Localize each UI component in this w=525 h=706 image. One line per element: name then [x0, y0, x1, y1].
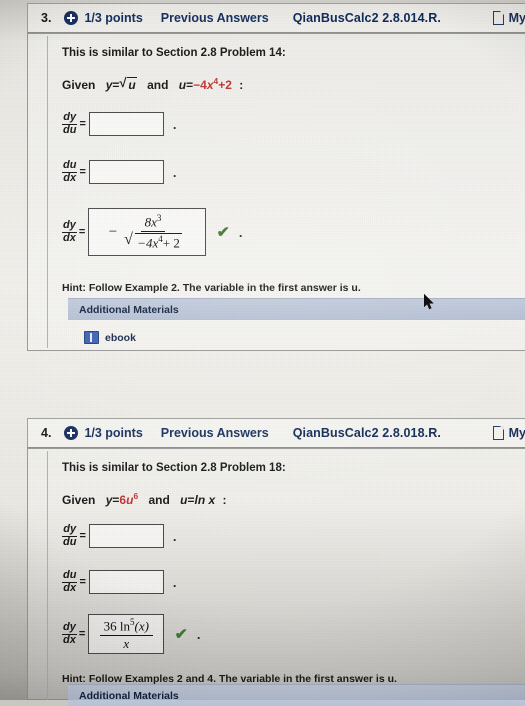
- problem-4-answer-box[interactable]: 36 ln5(x) x: [88, 614, 165, 654]
- screenshot-photo-surface: 3. 1/3 points Previous Answers QianBusCa…: [0, 0, 525, 706]
- problem-4-number: 4.: [41, 426, 52, 440]
- equals-sign: =: [79, 166, 86, 178]
- problem-4-given: Given y=6u6 and u=ln x :: [62, 491, 227, 507]
- given-prefix-3: Given: [62, 78, 96, 92]
- problem-3-answer-box[interactable]: − 8x3 √ −4x4+ 2: [88, 208, 207, 256]
- problem-4-code: QianBusCalc2 2.8.018.R.: [292, 426, 441, 440]
- problem-3-correct-check-icon: ✔: [216, 224, 231, 241]
- problem-3-similar-text: This is similar to Section 2.8 Problem 1…: [62, 47, 286, 59]
- answer-4-numerator: 36 ln5(x): [99, 617, 153, 636]
- problem-3-my-notes[interactable]: My: [492, 10, 525, 25]
- problem-4-answer-row: dy dx = 36 ln5(x) x ✔ .: [62, 614, 200, 654]
- problem-4-correct-check-icon: ✔: [174, 626, 189, 643]
- problem-3-points: 1/3 points: [84, 11, 143, 25]
- problem-4-body: This is similar to Section 2.8 Problem 1…: [47, 451, 525, 700]
- sqrt-icon: √ −4x4+ 2: [124, 231, 182, 251]
- problem-3-dydu-period: .: [172, 116, 177, 132]
- plus-circle-icon[interactable]: [64, 426, 79, 440]
- equals-sign: =: [78, 628, 86, 640]
- note-page-icon: [492, 425, 505, 440]
- answer-4-fraction: 36 ln5(x) x: [99, 617, 153, 651]
- problem-4-answer-period: .: [196, 626, 201, 642]
- label-du-dx-4: du dx: [62, 569, 78, 594]
- equals-sign: =: [78, 226, 86, 238]
- problem-3-answer-period: .: [238, 224, 243, 240]
- problem-3-dudx-period: .: [172, 164, 177, 180]
- answer-3-denominator: √ −4x4+ 2: [120, 231, 186, 251]
- given-root-arg-3: u: [128, 78, 136, 92]
- problem-4-dudx-period: .: [172, 574, 177, 590]
- label-dy-dx-4: dy dx: [62, 621, 77, 646]
- problem-3-hint: Hint: Follow Example 2. The variable in …: [62, 282, 361, 294]
- problem-3-dydu-input[interactable]: [88, 112, 164, 136]
- problem-3-code: QianBusCalc2 2.8.014.R.: [292, 11, 441, 25]
- problem-4-dudx-input[interactable]: [88, 570, 164, 594]
- given-prefix-4: Given: [62, 493, 96, 507]
- problem-4-similar-text: This is similar to Section 2.8 Problem 1…: [62, 462, 286, 474]
- problem-3-answer-row: dy dx = − 8x3 √ −4x4+ 2 ✔ .: [62, 208, 242, 256]
- given-colon-3: :: [239, 78, 244, 92]
- problem-3-previous-answers-link[interactable]: Previous Answers: [161, 11, 269, 25]
- problem-3-ebook-label: ebook: [105, 331, 136, 344]
- ebook-icon: [84, 331, 99, 344]
- problem-3-ebook-link[interactable]: ebook: [84, 331, 136, 344]
- sqrt-u-icon: u: [119, 75, 137, 92]
- problem-4-my-notes-label: My: [508, 426, 525, 440]
- problem-4-dydu-period: .: [172, 528, 177, 544]
- problem-3-field-dudx-row: du dx = .: [62, 160, 177, 184]
- given-colon-4: :: [222, 493, 227, 507]
- given-y-eq-3: =: [112, 78, 120, 92]
- label-dy-du-4: dy du: [62, 523, 78, 548]
- plus-circle-icon[interactable]: [64, 11, 79, 25]
- label-dy-du-3: dy du: [62, 111, 78, 136]
- problem-3-number: 3.: [41, 11, 52, 25]
- problem-4-my-notes[interactable]: My: [492, 425, 525, 440]
- problem-3-my-notes-label: My: [508, 11, 525, 25]
- given-and-4: and: [148, 493, 170, 507]
- mouse-pointer-icon: [424, 294, 435, 310]
- problem-3-field-dydu-row: dy du = .: [62, 112, 177, 136]
- problem-4-additional-materials-bar[interactable]: Additional Materials: [68, 684, 525, 706]
- label-du-dx-3: du dx: [62, 159, 78, 184]
- problem-4-points: 1/3 points: [84, 426, 143, 440]
- problem-3-additional-materials-title: Additional Materials: [79, 303, 179, 316]
- given-u-value-4: ln x: [194, 493, 216, 507]
- problem-4-previous-answers-link[interactable]: Previous Answers: [161, 426, 269, 440]
- given-y-value-4: 6u6: [119, 491, 139, 507]
- given-and-3: and: [147, 78, 169, 92]
- problem-4-dydu-input[interactable]: [88, 524, 164, 548]
- equals-sign: =: [79, 118, 86, 130]
- problem-4-field-dudx-row: du dx = .: [62, 570, 177, 594]
- equals-sign: =: [79, 530, 86, 542]
- answer-3-sign: −: [108, 223, 118, 240]
- problem-4-field-dydu-row: dy du = .: [62, 524, 177, 548]
- problem-3-additional-materials-bar[interactable]: Additional Materials: [68, 298, 525, 320]
- answer-3-numerator: 8x3: [140, 213, 166, 232]
- equals-sign: =: [79, 576, 86, 588]
- answer-4-denominator: x: [123, 635, 130, 651]
- problem-3-header: 3. 1/3 points Previous Answers QianBusCa…: [27, 3, 525, 33]
- given-u-eq-4: =: [187, 493, 195, 507]
- answer-3-fraction: 8x3 √ −4x4+ 2: [120, 213, 186, 250]
- problem-3-given: Given y=u and u=−4x4+2 :: [62, 75, 244, 92]
- problem-4-header: 4. 1/3 points Previous Answers QianBusCa…: [27, 418, 525, 448]
- label-dy-dx-3: dy dx: [62, 219, 77, 244]
- note-page-icon: [492, 10, 505, 25]
- given-u-value-3: −4x4+2: [193, 76, 232, 92]
- problem-3-dudx-input[interactable]: [88, 160, 164, 184]
